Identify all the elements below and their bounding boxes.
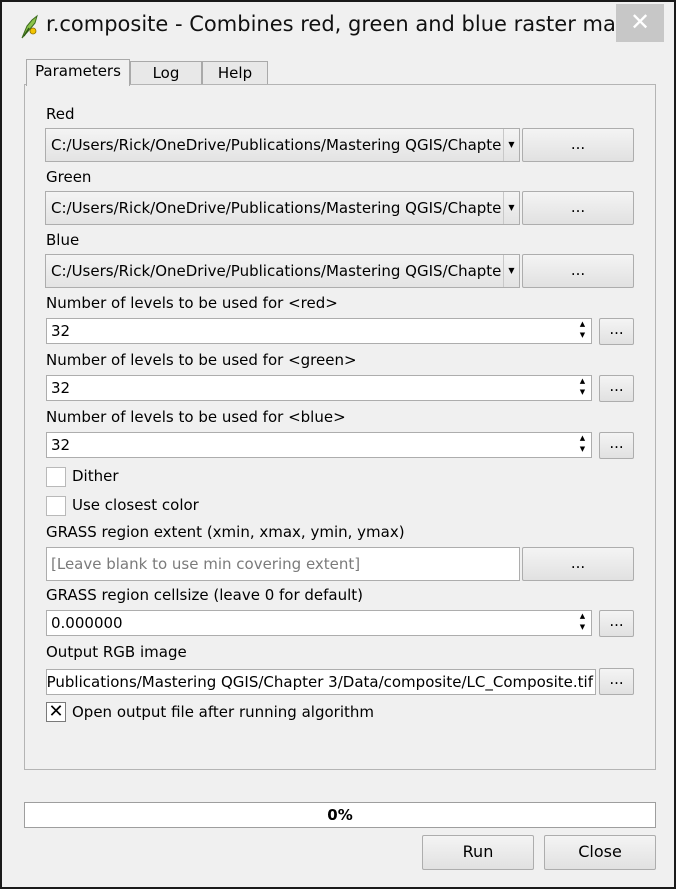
- levels-blue-label: Number of levels to be used for <blue>: [46, 408, 346, 426]
- tab-help[interactable]: Help: [202, 61, 268, 85]
- output-path-field[interactable]: ive/Publications/Mastering QGIS/Chapter …: [46, 669, 596, 695]
- green-browse-button[interactable]: ...: [522, 191, 634, 225]
- red-label: Red: [46, 105, 75, 123]
- region-extent-field[interactable]: [47, 548, 519, 580]
- cellsize-value: 0.000000: [51, 614, 123, 632]
- green-layer-combo[interactable]: C:/Users/Rick/OneDrive/Publications/Mast…: [45, 191, 520, 225]
- green-layer-value: C:/Users/Rick/OneDrive/Publications/Mast…: [51, 199, 501, 217]
- levels-green-value: 32: [51, 379, 71, 397]
- red-layer-value: C:/Users/Rick/OneDrive/Publications/Mast…: [51, 136, 501, 154]
- spin-arrows-icon[interactable]: ▲ ▼: [574, 376, 591, 400]
- dropdown-arrow-icon[interactable]: ▼: [503, 129, 519, 161]
- close-window-button[interactable]: ✕: [616, 4, 664, 42]
- region-extent-label: GRASS region extent (xmin, xmax, ymin, y…: [46, 523, 405, 541]
- run-button[interactable]: Run: [422, 835, 534, 870]
- blue-browse-button[interactable]: ...: [522, 254, 634, 288]
- dither-checkbox[interactable]: [46, 467, 66, 487]
- red-browse-button[interactable]: ...: [522, 128, 634, 162]
- dialog-window: r.composite - Combines red, green and bl…: [0, 0, 676, 889]
- title-bar: r.composite - Combines red, green and bl…: [2, 2, 674, 54]
- blue-label: Blue: [46, 231, 80, 249]
- spin-arrows-icon[interactable]: ▲ ▼: [574, 611, 591, 635]
- levels-blue-value: 32: [51, 436, 71, 454]
- levels-red-button[interactable]: ...: [599, 318, 634, 345]
- levels-red-label: Number of levels to be used for <red>: [46, 294, 338, 312]
- open-output-checkbox[interactable]: ✕: [46, 702, 66, 722]
- levels-green-spinbox[interactable]: 32 ▲ ▼: [46, 375, 592, 401]
- levels-blue-spinbox[interactable]: 32 ▲ ▼: [46, 432, 592, 458]
- progress-bar: 0%: [24, 802, 656, 828]
- dither-label: Dither: [72, 467, 119, 485]
- close-button[interactable]: Close: [544, 835, 656, 870]
- spin-arrows-icon[interactable]: ▲ ▼: [574, 433, 591, 457]
- levels-blue-button[interactable]: ...: [599, 432, 634, 459]
- tab-log[interactable]: Log: [130, 61, 202, 85]
- parameters-panel: [24, 84, 656, 770]
- levels-red-value: 32: [51, 322, 71, 340]
- progress-text: 0%: [327, 806, 353, 824]
- output-label: Output RGB image: [46, 643, 187, 661]
- open-output-label: Open output file after running algorithm: [72, 703, 374, 721]
- cellsize-spinbox[interactable]: 0.000000 ▲ ▼: [46, 610, 592, 636]
- red-layer-combo[interactable]: C:/Users/Rick/OneDrive/Publications/Mast…: [45, 128, 520, 162]
- cellsize-label: GRASS region cellsize (leave 0 for defau…: [46, 586, 364, 604]
- dropdown-arrow-icon[interactable]: ▼: [503, 255, 519, 287]
- levels-green-label: Number of levels to be used for <green>: [46, 351, 357, 369]
- tab-parameters[interactable]: Parameters: [26, 59, 130, 86]
- spin-arrows-icon[interactable]: ▲ ▼: [574, 319, 591, 343]
- output-browse-button[interactable]: ...: [599, 668, 634, 695]
- dropdown-arrow-icon[interactable]: ▼: [503, 192, 519, 224]
- levels-green-button[interactable]: ...: [599, 375, 634, 402]
- qgis-icon: [21, 14, 38, 39]
- cellsize-button[interactable]: ...: [599, 610, 634, 637]
- output-path-value: ive/Publications/Mastering QGIS/Chapter …: [46, 673, 593, 691]
- levels-red-spinbox[interactable]: 32 ▲ ▼: [46, 318, 592, 344]
- region-extent-button[interactable]: ...: [522, 547, 634, 581]
- blue-layer-value: C:/Users/Rick/OneDrive/Publications/Mast…: [51, 262, 501, 280]
- window-title: r.composite - Combines red, green and bl…: [46, 12, 616, 36]
- closest-color-label: Use closest color: [72, 496, 199, 514]
- blue-layer-combo[interactable]: C:/Users/Rick/OneDrive/Publications/Mast…: [45, 254, 520, 288]
- green-label: Green: [46, 168, 92, 186]
- region-extent-input[interactable]: [46, 547, 520, 581]
- closest-color-checkbox[interactable]: [46, 496, 66, 516]
